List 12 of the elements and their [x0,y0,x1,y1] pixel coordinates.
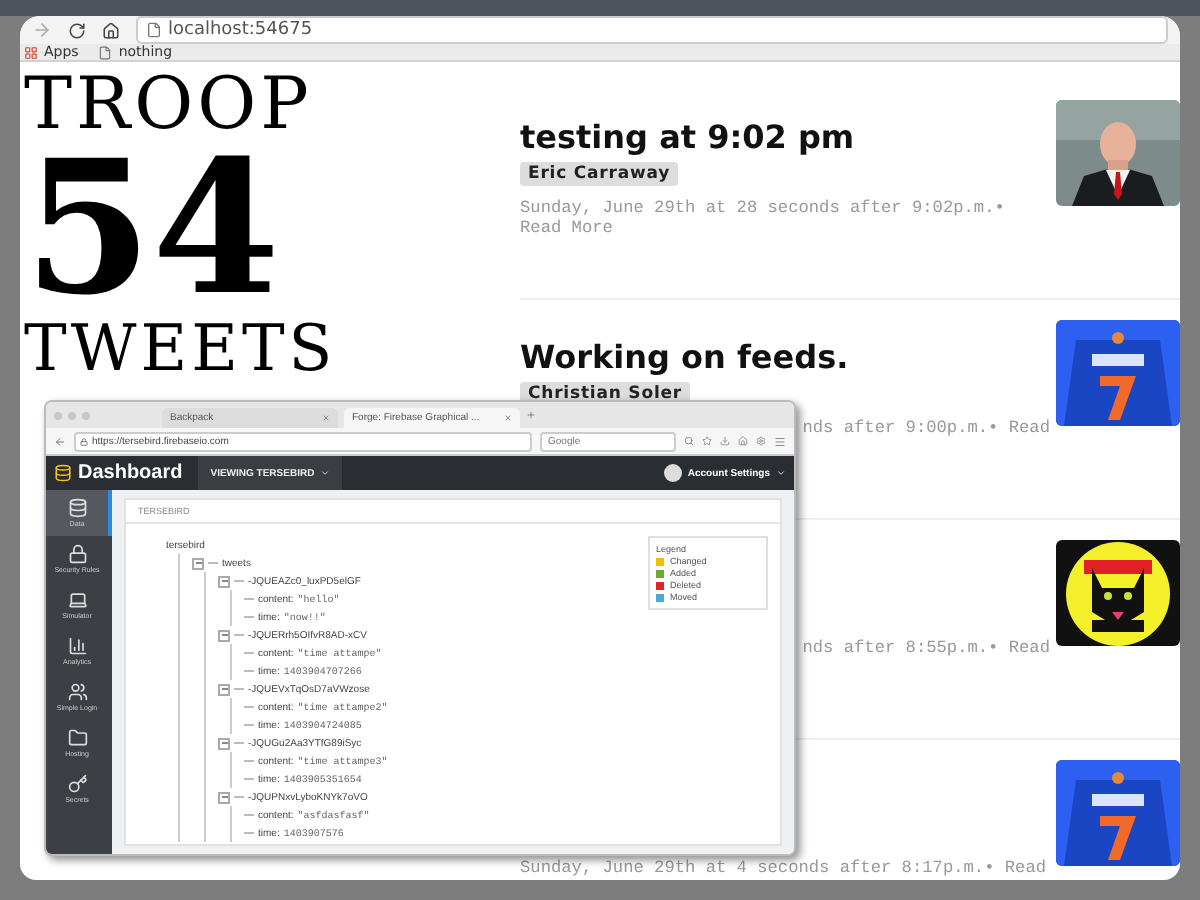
address-bar[interactable]: localhost:54675 [136,16,1168,44]
post-meta: nds after 9:00p.m.• Read [802,418,1050,438]
post-title[interactable]: testing at 9:02 pm [520,118,1050,156]
app-title: Dashboard [54,462,183,484]
post-title[interactable]: Working on feeds. [520,338,1050,376]
logo-text: TROOP [24,70,313,142]
post-meta: nds after 8:55p.m.• Read [802,638,1050,658]
logo-number: 54 [24,142,281,317]
post-meta: Sunday, June 29th at 28 seconds after 9:02p.m.• Read More [520,198,1007,238]
author-tag: Eric Carraway [520,162,679,186]
post-meta: Sunday, June 29th at 4 seconds after 8:17p.m.• Read [520,858,1047,878]
logo-text: TWEETS [24,316,337,381]
